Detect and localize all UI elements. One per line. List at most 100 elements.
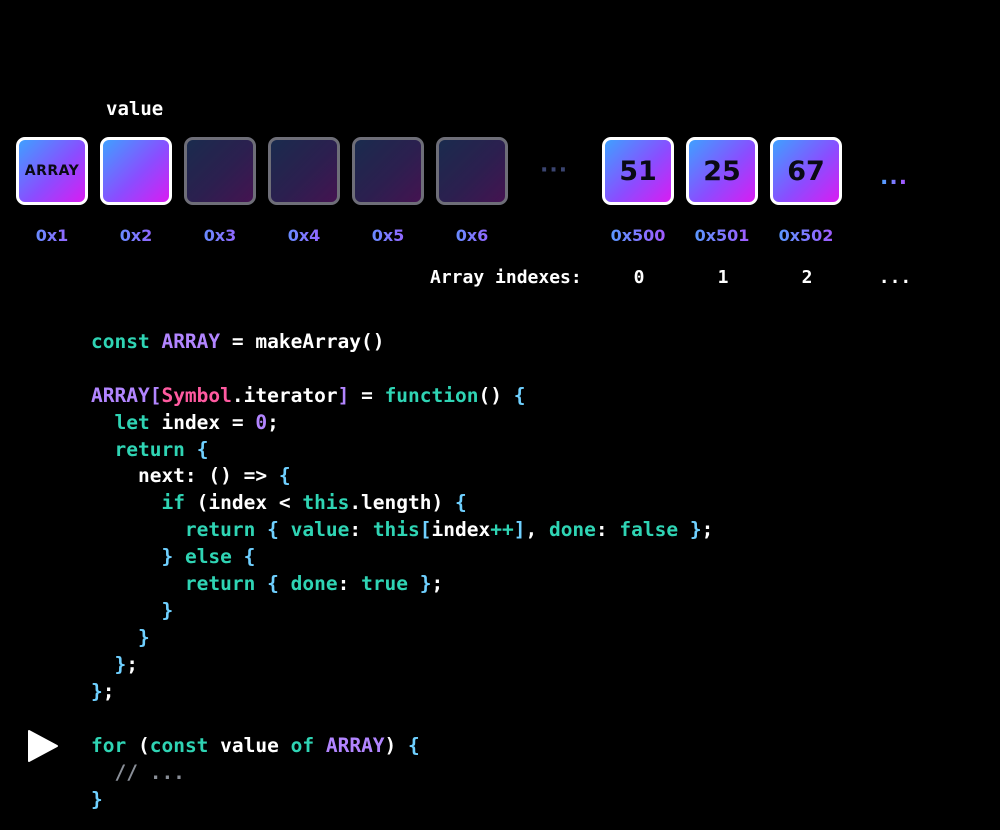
memory-address: 0x500 (598, 226, 678, 245)
code-token: { (267, 572, 279, 596)
code-line: next: () => { (91, 463, 713, 490)
code-token: ( (126, 734, 150, 757)
code-line: }; (91, 652, 713, 679)
code-token: if (161, 491, 185, 515)
memory-end-ellipsis: ... (880, 165, 909, 190)
code-token: value (290, 518, 350, 542)
code-token: 0 (255, 410, 268, 434)
code-token: } (91, 787, 103, 811)
code-token: // ... (114, 760, 185, 784)
code-token: done (290, 572, 338, 596)
memory-address: 0x6 (432, 226, 512, 245)
code-token: { (278, 464, 291, 488)
memory-cell (268, 137, 340, 205)
code-token: value (208, 734, 291, 757)
memory-address: 0x4 (264, 226, 344, 245)
memory-cell (184, 137, 256, 205)
code-token: } (114, 652, 127, 676)
code-token: else (184, 545, 232, 569)
code-token: { (196, 437, 209, 461)
memory-address: 0x502 (766, 226, 846, 245)
code-token: return (114, 437, 185, 461)
code-token: ) (384, 734, 409, 757)
code-line: for (const value of ARRAY) { (91, 733, 420, 760)
array-index: 1 (717, 267, 729, 288)
code-token: let (114, 410, 150, 434)
memory-cell (436, 137, 508, 205)
memory-address: 0x1 (12, 226, 92, 245)
memory-cell: 51 (602, 137, 674, 205)
play-icon[interactable] (24, 728, 60, 764)
code-token: ] (337, 383, 350, 407)
memory-gap-ellipsis: ··· (540, 158, 569, 183)
code-token: false (619, 518, 679, 542)
memory-cell: 67 (770, 137, 842, 205)
code-token: const (149, 734, 209, 757)
memory-cell-value: 67 (787, 155, 825, 187)
code-line: return { (91, 437, 713, 464)
value-label: value (106, 98, 164, 120)
code-line: } else { (91, 544, 713, 571)
memory-cell: 25 (686, 137, 758, 205)
code-line: ARRAY[Symbol.iterator] = function() { (91, 383, 713, 410)
code-token: , (525, 518, 549, 542)
code-line: } (91, 598, 713, 625)
code-token: .length) (349, 491, 455, 515)
memory-cell-value: 25 (703, 155, 741, 187)
code-token: for (91, 734, 127, 757)
code-token: } (419, 572, 432, 596)
code-token: : (349, 518, 373, 542)
memory-address: 0x501 (682, 226, 762, 245)
code-token: of (290, 734, 315, 757)
code-token: { (267, 518, 279, 542)
array-index: 2 (801, 267, 813, 288)
code-token: ; (267, 410, 279, 434)
code-token: (index < (184, 491, 303, 515)
code-line: } (91, 787, 420, 814)
code-token: ] (513, 518, 526, 542)
code-token: : (337, 572, 362, 596)
code-token: ; (701, 518, 714, 542)
code-token: [ (419, 518, 432, 542)
memory-cell (352, 137, 424, 205)
code-token: done (548, 518, 596, 542)
code-token: ; (102, 679, 115, 703)
code-token: this (302, 491, 350, 515)
memory-cell-value: ARRAY (24, 163, 80, 179)
for-of-loop-code-block: for (const value of ARRAY) { // ...} (91, 733, 420, 814)
code-line: let index = 0; (91, 410, 713, 437)
code-line: return { value: this[index++], done: fal… (91, 517, 713, 544)
code-line: }; (91, 679, 713, 706)
code-token: } (161, 545, 174, 569)
code-token: ARRAY (161, 330, 221, 353)
array-index: 0 (633, 267, 645, 288)
code-token: } (689, 518, 702, 542)
array-index: ... (878, 267, 912, 288)
code-token: ; (431, 572, 444, 596)
code-token: { (513, 383, 526, 407)
code-token: { (454, 491, 467, 515)
memory-address: 0x5 (348, 226, 428, 245)
code-token: = (349, 383, 385, 407)
code-token: return (184, 572, 256, 596)
code-token: return (184, 518, 256, 542)
code-token: Symbol (161, 383, 232, 407)
code-line: const ARRAY = makeArray() (91, 329, 713, 356)
code-token: function (384, 383, 479, 407)
memory-cell (100, 137, 172, 205)
